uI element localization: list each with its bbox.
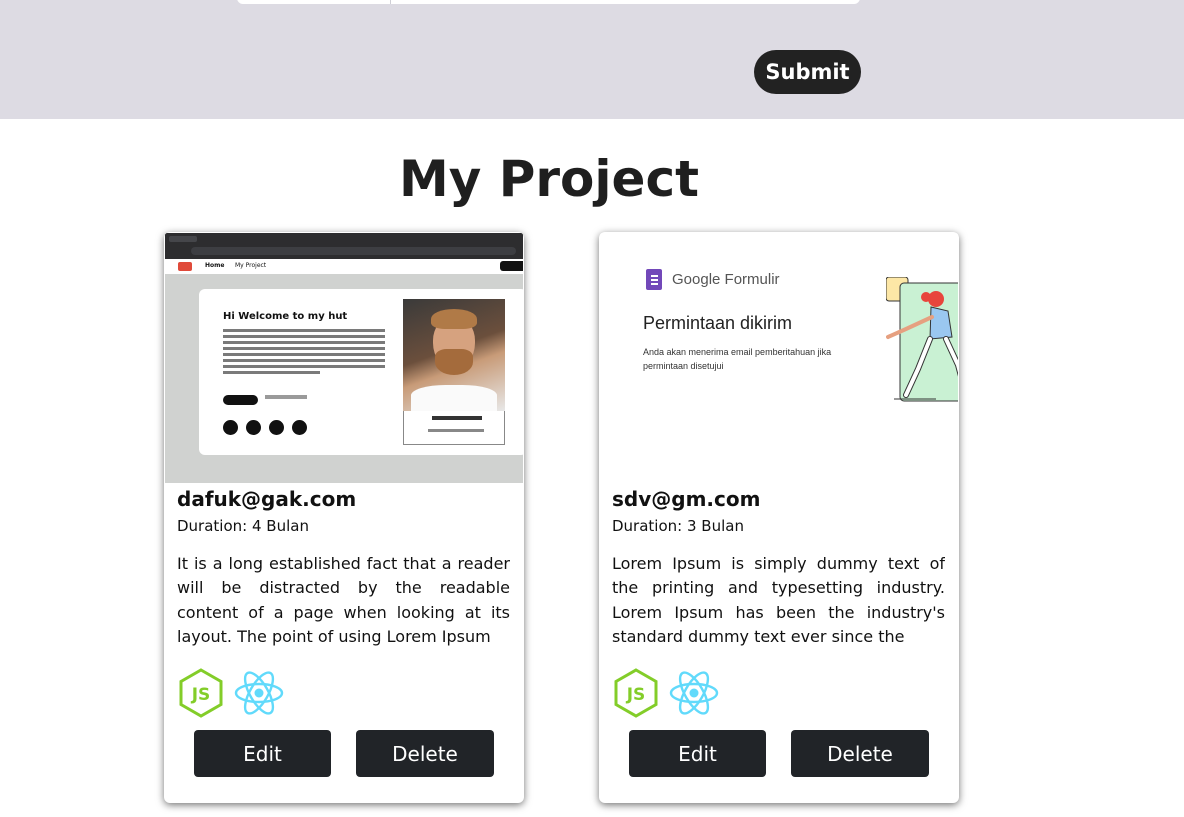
thumbnail-contact-button — [500, 261, 523, 271]
react-icon — [669, 671, 719, 715]
twitter-icon — [292, 420, 307, 435]
nodejs-icon: JS — [179, 668, 223, 718]
edit-button[interactable]: Edit — [629, 730, 766, 777]
thumbnail-nav-project: My Project — [235, 262, 267, 269]
project-email: dafuk@gak.com — [177, 487, 357, 511]
linkedin-icon — [223, 420, 238, 435]
submit-button[interactable]: Submit — [754, 50, 861, 94]
thumbnail-paragraph — [223, 329, 385, 377]
thumbnail-hero: Hi Welcome to my hut — [199, 289, 523, 455]
project-card: Home My Project Hi Welcome to my hut daf… — [164, 232, 524, 803]
project-thumbnail: Home My Project Hi Welcome to my hut — [165, 233, 523, 483]
thumbnail-download-link — [265, 395, 307, 399]
card-body: sdv@gm.com Duration: 3 Bulan Lorem Ipsum… — [612, 486, 945, 649]
react-icon — [234, 671, 284, 715]
edit-button[interactable]: Edit — [194, 730, 331, 777]
section-title: My Project — [399, 150, 699, 208]
project-duration: Duration: 4 Bulan — [177, 517, 309, 535]
delete-button[interactable]: Delete — [791, 730, 929, 777]
project-card: Google Formulir Permintaan dikirim Anda … — [599, 232, 959, 803]
project-description: Lorem Ipsum is simply dummy text of the … — [612, 554, 945, 646]
project-duration: Duration: 3 Bulan — [612, 517, 744, 535]
profile-photo — [403, 299, 505, 411]
thumbnail-nav: Home My Project — [165, 259, 523, 274]
svg-text:JS: JS — [191, 685, 211, 705]
thumbnail-brand: Google Formulir — [672, 271, 780, 288]
instagram-icon — [246, 420, 261, 435]
project-email: sdv@gm.com — [612, 487, 761, 511]
nodejs-icon: JS — [614, 668, 658, 718]
tech-icons: JS — [178, 668, 378, 718]
thumbnail-contact-pill — [223, 395, 258, 405]
facebook-icon — [269, 420, 284, 435]
project-description: It is a long established fact that a rea… — [177, 554, 510, 646]
text-input[interactable] — [237, 0, 860, 4]
card-body: dafuk@gak.com Duration: 4 Bulan It is a … — [177, 486, 510, 649]
project-thumbnail: Google Formulir Permintaan dikirim Anda … — [600, 233, 958, 483]
browser-chrome — [165, 233, 523, 259]
form-section: Submit — [0, 0, 1184, 119]
google-forms-icon — [646, 269, 662, 290]
svg-text:JS: JS — [626, 685, 646, 705]
thumbnail-heading: Permintaan dikirim — [643, 313, 793, 333]
thumbnail-subtext: Anda akan menerima email pemberitahuan j… — [643, 347, 832, 371]
delete-button[interactable]: Delete — [356, 730, 494, 777]
illustration-icon — [886, 277, 958, 402]
thumbnail-heading: Hi Welcome to my hut — [223, 311, 348, 322]
tech-icons: JS — [613, 668, 813, 718]
input-divider — [390, 0, 391, 4]
profile-namecard — [403, 411, 505, 445]
logo — [178, 262, 192, 271]
thumbnail-nav-home: Home — [205, 262, 225, 269]
